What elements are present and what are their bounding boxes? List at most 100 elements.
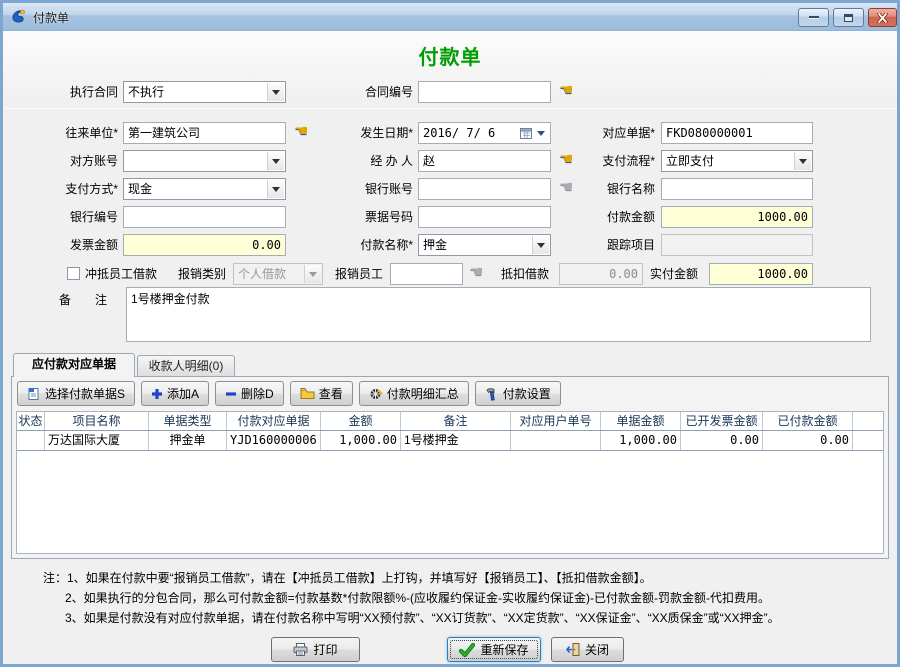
payment-settings-button[interactable]: 付款设置 (475, 381, 561, 406)
col-user-doc-no: 对应用户单号 (511, 412, 601, 430)
other-account-label: 对方账号 (23, 150, 118, 172)
payment-summary-label: 付款明细汇总 (387, 385, 459, 402)
select-payment-docs-button[interactable]: 选择付款单据S (17, 381, 135, 406)
note-line-1: 注：1、如果在付款中要“报销员工借款”，请在【冲抵员工借款】上打钩，并填写好【报… (43, 569, 652, 586)
cell-ref-doc: YJD160000006 (227, 431, 321, 450)
cell-doc-amount: 1,000.00 (601, 431, 681, 450)
col-project: 项目名称 (45, 412, 149, 430)
exec-contract-label: 执行合同 (23, 81, 118, 103)
date-value: 2016/ 7/ 6 (423, 126, 495, 140)
view-button[interactable]: 查看 (290, 381, 353, 406)
print-button[interactable]: 打印 (271, 637, 360, 662)
close-form-button[interactable]: 关闭 (551, 637, 624, 662)
offset-loan-checkbox[interactable] (67, 267, 80, 280)
bank-name-field[interactable] (661, 178, 813, 200)
remark-label: 备 注 (59, 289, 122, 311)
form-content: 付款单 执行合同 不执行 合同编号 ☚ 往来单位* 第一建筑公司 ☚ 发生日期*… (3, 31, 897, 664)
bank-account-field[interactable] (418, 178, 551, 200)
cell-project: 万达国际大厦 (45, 431, 149, 450)
col-ref-doc: 付款对应单据 (227, 412, 321, 430)
wheel-pencil-icon (369, 387, 383, 401)
titlebar[interactable]: 付款单 (3, 3, 897, 31)
app-logo-icon (10, 8, 27, 25)
minimize-button[interactable] (798, 8, 829, 27)
contract-no-field[interactable] (418, 81, 551, 103)
save-button[interactable]: 重新保存 (447, 637, 541, 662)
pay-name-label: 付款名称* (333, 234, 413, 256)
delete-label: 删除D (241, 385, 274, 402)
cell-invoiced-amount: 0.00 (681, 431, 763, 450)
partner-field[interactable]: 第一建筑公司 (123, 122, 286, 144)
handler-lookup-icon[interactable]: ☚ (559, 150, 573, 172)
minimize-icon (809, 16, 819, 19)
add-label: 添加A (167, 385, 199, 402)
bank-code-field[interactable] (123, 206, 286, 228)
payment-settings-label: 付款设置 (503, 385, 551, 402)
contract-no-label: 合同编号 (333, 81, 413, 103)
expense-employee-field[interactable] (390, 263, 463, 285)
cell-user-doc-no (511, 431, 601, 450)
calendar-icon (520, 127, 532, 139)
date-label: 发生日期* (333, 122, 413, 144)
payment-summary-button[interactable]: 付款明细汇总 (359, 381, 469, 406)
col-doc-amount: 单据金额 (601, 412, 681, 430)
chevron-down-icon (532, 236, 549, 254)
col-remark: 备注 (401, 412, 511, 430)
documents-grid: 状态 项目名称 单据类型 付款对应单据 金额 备注 对应用户单号 单据金额 已开… (16, 411, 884, 554)
view-label: 查看 (319, 385, 343, 402)
pay-method-select[interactable]: 现金 (123, 178, 286, 200)
pay-name-select[interactable]: 押金 (418, 234, 551, 256)
bank-name-label: 银行名称 (578, 178, 655, 200)
chevron-down-icon (267, 83, 284, 101)
pay-flow-value: 立即支付 (666, 154, 714, 168)
pay-flow-select[interactable]: 立即支付 (661, 150, 813, 172)
maximize-button[interactable] (833, 8, 864, 27)
pay-flow-label: 支付流程* (578, 150, 655, 172)
actual-amount-label: 实付金额 (646, 263, 698, 285)
folder-icon (300, 387, 315, 400)
maximize-icon (844, 14, 853, 22)
bill-number-field[interactable] (418, 206, 551, 228)
exec-contract-value: 不执行 (128, 85, 164, 99)
pay-method-value: 现金 (128, 182, 152, 196)
date-field[interactable]: 2016/ 7/ 6 (418, 122, 551, 144)
add-button[interactable]: 添加A (141, 381, 209, 406)
expense-category-label: 报销类别 (176, 263, 226, 285)
actual-amount-field[interactable]: 1000.00 (709, 263, 813, 285)
cell-paid-amount: 0.00 (763, 431, 853, 450)
pay-amount-label: 付款金额 (578, 206, 655, 228)
chevron-down-icon (267, 152, 284, 170)
other-account-select[interactable] (123, 150, 286, 172)
handler-field[interactable]: 赵 (418, 150, 551, 172)
invoice-amount-field[interactable]: 0.00 (123, 234, 286, 256)
bill-number-label: 票据号码 (333, 206, 413, 228)
focus-rect (450, 640, 538, 659)
partner-lookup-icon[interactable]: ☚ (294, 122, 308, 144)
close-button[interactable] (868, 8, 897, 27)
pay-amount-field[interactable]: 1000.00 (661, 206, 813, 228)
table-row[interactable]: 万达国际大厦 押金单 YJD160000006 1,000.00 1号楼押金 1… (17, 431, 883, 451)
col-paid-amount: 已付款金额 (763, 412, 853, 430)
expense-category-value: 个人借款 (238, 267, 286, 281)
delete-button[interactable]: 删除D (215, 381, 284, 406)
cell-remark: 1号楼押金 (401, 431, 511, 450)
remark-textarea[interactable]: 1号楼押金付款 (126, 287, 871, 342)
col-invoiced-amount: 已开发票金额 (681, 412, 763, 430)
tab-payable-docs[interactable]: 应付款对应单据 (13, 353, 135, 377)
minus-icon (225, 388, 237, 400)
panel-toolbar: 选择付款单据S 添加A 删除D (17, 381, 561, 407)
tab-payee-detail[interactable]: 收款人明细(0) (137, 355, 235, 376)
pay-method-label: 支付方式* (23, 178, 118, 200)
exec-contract-select[interactable]: 不执行 (123, 81, 286, 103)
chevron-down-icon (794, 152, 811, 170)
payable-docs-panel: 选择付款单据S 添加A 删除D (11, 376, 889, 559)
partner-label: 往来单位* (23, 122, 118, 144)
offset-loan-label: 冲抵员工借款 (85, 263, 161, 285)
ref-doc-field[interactable]: FKD080000001 (661, 122, 813, 144)
col-doc-type: 单据类型 (149, 412, 227, 430)
printer-icon (293, 643, 308, 656)
select-payment-docs-label: 选择付款单据S (45, 385, 125, 402)
contract-lookup-icon[interactable]: ☚ (559, 81, 573, 103)
chevron-down-icon (304, 265, 321, 283)
exit-door-icon (566, 643, 580, 656)
